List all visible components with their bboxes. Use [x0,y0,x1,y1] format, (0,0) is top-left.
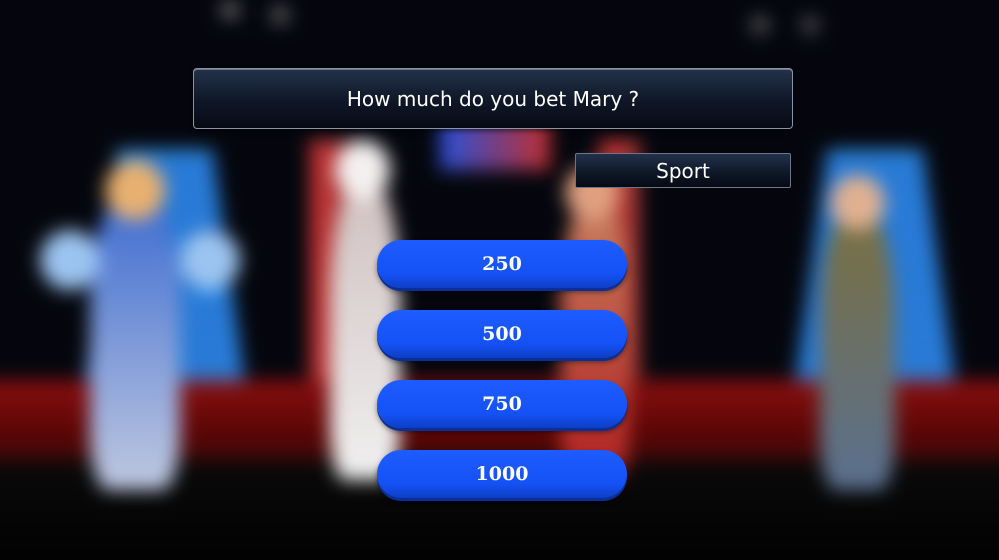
question-panel: How much do you bet Mary ? [193,68,793,129]
question-text: How much do you bet Mary ? [346,86,640,111]
category-panel: Sport [575,153,791,188]
bet-750-button[interactable]: 750 [377,380,627,428]
bet-button-label: 250 [482,253,522,275]
bet-button-label: 500 [482,323,522,345]
contestant-4 [820,210,895,490]
bet-500-button[interactable]: 500 [377,310,627,358]
bet-button-label: 1000 [475,463,529,485]
bet-button-label: 750 [482,393,522,415]
category-label: Sport [656,158,710,183]
bet-250-button[interactable]: 250 [377,240,627,288]
contestant-1 [90,190,180,490]
bet-1000-button[interactable]: 1000 [377,450,627,498]
